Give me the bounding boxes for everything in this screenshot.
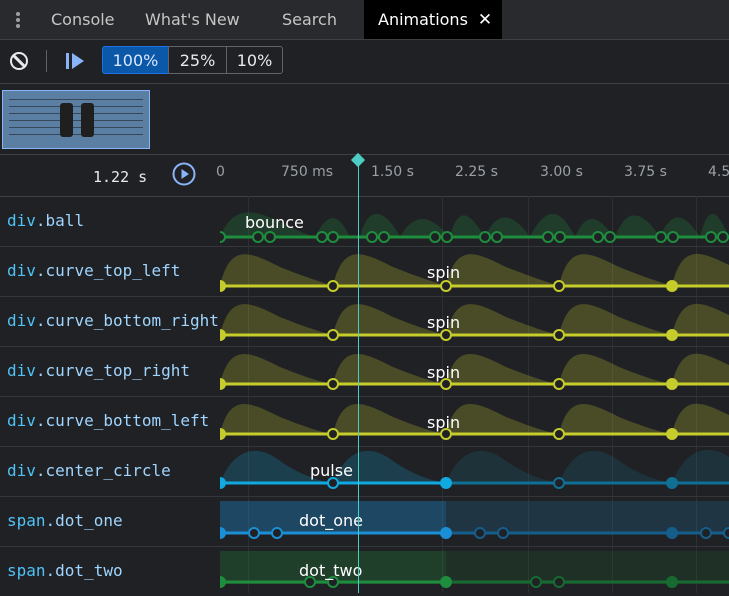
animation-track: bounce [220, 197, 729, 246]
tab-whats-new[interactable]: What's New [145, 0, 240, 39]
tab-console[interactable]: Console [51, 0, 115, 39]
timeline-tick: 0 [216, 164, 225, 180]
animation-row-ball[interactable]: div.ball bounce [0, 197, 729, 247]
node-tag: div [7, 461, 36, 480]
animation-name: spin [427, 313, 461, 332]
node-tag: div [7, 411, 36, 430]
animation-name: spin [427, 263, 461, 282]
animation-track: spin [220, 347, 729, 396]
tab-search[interactable]: Search [282, 0, 337, 39]
animation-row-dot-two[interactable]: span.dot_two dot_two [0, 547, 729, 596]
row-node-name[interactable]: div.ball [7, 211, 219, 230]
animation-row-curve-bottom-left[interactable]: div.curve_bottom_left spin [0, 397, 729, 447]
clear-all-icon[interactable] [10, 52, 28, 70]
timeline-tick: 4.50 [708, 164, 729, 180]
track-graph [220, 303, 729, 341]
animation-name: spin [427, 413, 461, 432]
animation-track: dot_one [220, 497, 729, 546]
animation-row-center-circle[interactable]: div.center_circle pulse [0, 447, 729, 497]
animation-track: pulse [220, 447, 729, 496]
node-tag: div [7, 361, 36, 380]
track-graph [220, 551, 729, 588]
tab-animations[interactable]: Animations ✕ [364, 0, 503, 39]
close-icon[interactable]: ✕ [478, 10, 492, 30]
track-graph [220, 403, 729, 440]
current-time-label: 1.22 s [93, 168, 148, 186]
node-tag: div [7, 211, 36, 230]
timeline-header: 1.22 s 0 750 ms 1.50 s 2.25 s 3.00 s 3.7… [0, 155, 729, 197]
animation-group-preview[interactable] [2, 90, 150, 149]
row-node-name[interactable]: div.center_circle [7, 461, 219, 480]
row-node-name[interactable]: div.curve_bottom_left [7, 411, 219, 430]
drawer-tab-bar: Console What's New Search Animations ✕ [0, 0, 729, 40]
timeline-tick: 2.25 s [455, 164, 498, 180]
more-tabs-icon[interactable] [14, 10, 22, 30]
node-class: .ball [35, 211, 85, 230]
animation-track: spin [220, 397, 729, 446]
replay-icon[interactable] [172, 162, 196, 186]
animation-row-dot-one[interactable]: span.dot_one dot_one [0, 497, 729, 547]
timeline-tick: 1.50 s [371, 164, 414, 180]
row-node-name[interactable]: div.curve_top_right [7, 361, 219, 380]
timeline-scrubber-line[interactable] [358, 163, 359, 593]
node-tag: div [7, 261, 36, 280]
node-tag: div [7, 311, 36, 330]
track-graph [220, 253, 729, 292]
animation-name: spin [427, 363, 461, 382]
track-graph [220, 353, 729, 390]
animation-name: bounce [245, 213, 304, 232]
node-tag: span [7, 511, 46, 530]
row-node-name[interactable]: span.dot_one [7, 511, 219, 530]
animation-name: pulse [310, 461, 353, 480]
node-class: .dot_one [45, 511, 123, 530]
row-node-name[interactable]: span.dot_two [7, 561, 219, 580]
animation-row-curve-bottom-right[interactable]: div.curve_bottom_right spin [0, 297, 729, 347]
timeline-tick: 750 ms [281, 164, 334, 180]
animation-track: dot_two [220, 547, 729, 596]
track-graph [220, 501, 729, 539]
node-class: .dot_two [45, 561, 123, 580]
timeline-tick: 3.75 s [624, 164, 667, 180]
node-class: .curve_top_left [35, 261, 181, 280]
speed-25-button[interactable]: 25% [168, 46, 227, 74]
speed-10-button[interactable]: 10% [226, 46, 283, 74]
animation-row-curve-top-right[interactable]: div.curve_top_right spin [0, 347, 729, 397]
animation-row-curve-top-left[interactable]: div.curve_top_left spin [0, 247, 729, 297]
row-node-name[interactable]: div.curve_top_left [7, 261, 219, 280]
animation-track: spin [220, 247, 729, 296]
node-class: .curve_bottom_left [35, 411, 210, 430]
tab-animations-label: Animations [378, 10, 468, 29]
node-class: .curve_top_right [35, 361, 191, 380]
animation-name: dot_one [299, 511, 363, 530]
animations-toolbar: 100% 25% 10% [0, 40, 729, 84]
animation-track: spin [220, 297, 729, 346]
node-class: .curve_bottom_right [35, 311, 219, 330]
speed-100-button[interactable]: 100% [102, 46, 169, 74]
animation-name: dot_two [299, 561, 363, 580]
pause-icon [60, 103, 96, 137]
row-node-name[interactable]: div.curve_bottom_right [7, 311, 219, 330]
play-pause-icon[interactable] [66, 52, 84, 70]
node-tag: span [7, 561, 46, 580]
timeline-tick: 3.00 s [540, 164, 583, 180]
node-class: .center_circle [35, 461, 171, 480]
track-graph [220, 449, 729, 489]
toolbar-divider [46, 50, 47, 72]
